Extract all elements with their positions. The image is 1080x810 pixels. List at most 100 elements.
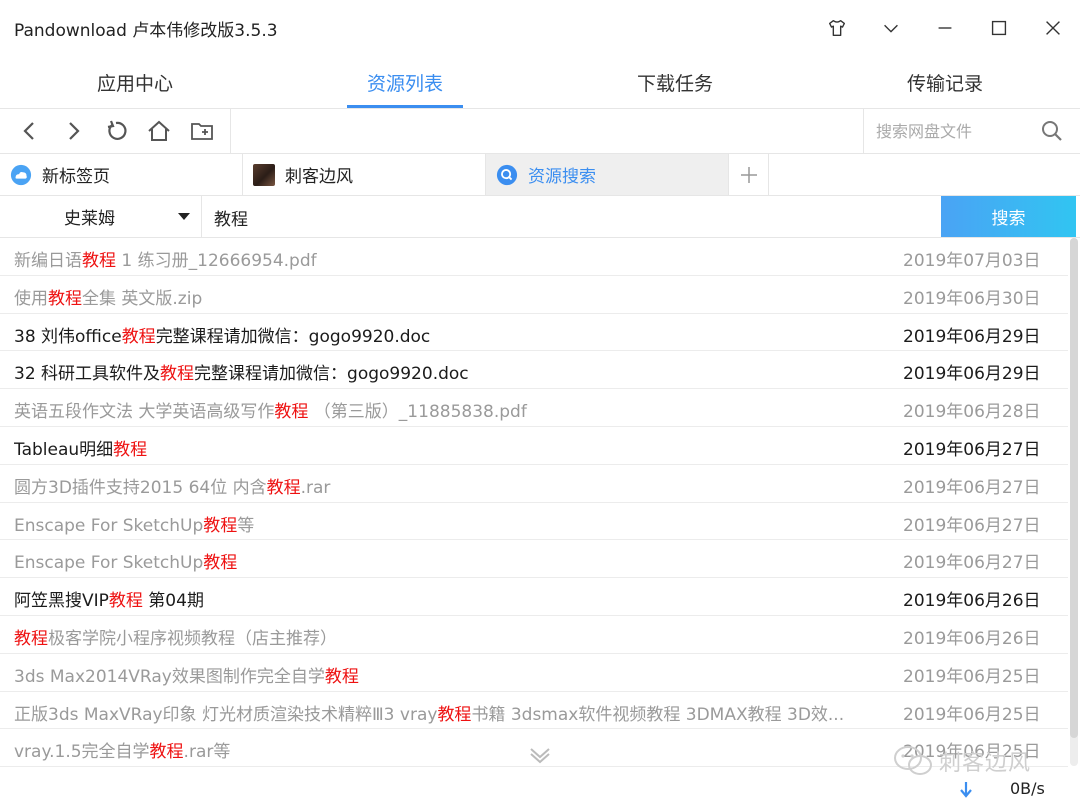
filename-text: 圆方3D插件支持2015 64位 内含 [14, 477, 267, 498]
result-row[interactable]: 32 科研工具软件及教程完整课程请加微信：gogo9920.doc 2019年06… [0, 351, 1068, 390]
maximize-button[interactable] [972, 8, 1026, 48]
result-row[interactable]: Enscape For SketchUp教程 2019年06月27日 [0, 540, 1068, 579]
result-row[interactable]: Tableau明细教程 2019年06月27日 [0, 427, 1068, 465]
filename-text: 32 科研工具软件及 [14, 364, 161, 385]
skin-button[interactable] [810, 8, 864, 48]
page-tab-new[interactable]: 新标签页 [0, 154, 243, 195]
filename-text: 38 刘伟office [14, 326, 122, 347]
refresh-icon [107, 120, 127, 140]
menu-button[interactable] [864, 8, 918, 48]
watermark: 刺客边风 [893, 745, 1031, 777]
result-filename: 使用教程全集 英文版.zip [14, 284, 874, 309]
result-row[interactable]: 教程极客学院小程序视频教程（店主推荐） 2019年06月26日 [0, 616, 1068, 654]
minimize-button[interactable] [918, 8, 972, 48]
filename-text: 完整课程请加微信：gogo9920.doc [194, 364, 469, 385]
filename-text: Enscape For SketchUp [14, 553, 204, 574]
page-tab-resource-search[interactable]: 资源搜索 [486, 154, 729, 195]
result-filename: 英语五段作文法 大学英语高级写作教程 （第三版）_11885838.pdf [14, 397, 874, 422]
result-row[interactable]: 英语五段作文法 大学英语高级写作教程 （第三版）_11885838.pdf 201… [0, 389, 1068, 427]
page-tab-user[interactable]: 刺客边风 [243, 154, 486, 195]
filename-text: 第04期 [142, 591, 204, 612]
result-row[interactable]: 圆方3D插件支持2015 64位 内含教程.rar 2019年06月27日 [0, 465, 1068, 503]
result-filename: 正版3ds MaxVRay印象 灯光材质渲染技术精粹Ⅲ3 vray教程书籍 3d… [14, 700, 874, 725]
tab-label: 应用中心 [96, 72, 173, 95]
result-date: 2019年06月26日 [903, 628, 1041, 649]
page-tabs: 新标签页 刺客边风 资源搜索 [0, 154, 1080, 196]
filename-text: （第三版）_11885838.pdf [308, 402, 527, 423]
app-title: Pandownload 卢本伟修改版3.5.3 [14, 21, 278, 41]
filename-text: Tableau明细 [14, 439, 114, 460]
keyword-highlight: 教程 [82, 251, 116, 271]
result-filename: Enscape For SketchUp教程 [14, 548, 874, 573]
drive-search-box [863, 109, 1080, 153]
refresh-button[interactable] [94, 109, 137, 153]
forward-button[interactable] [51, 109, 94, 153]
close-icon [1046, 21, 1060, 35]
keyword-highlight: 教程 [266, 477, 301, 498]
search-icon[interactable] [1040, 119, 1064, 143]
result-row[interactable]: 正版3ds MaxVRay印象 灯光材质渲染技术精粹Ⅲ3 vray教程书籍 3d… [0, 692, 1068, 730]
keyword-input[interactable] [214, 205, 914, 229]
result-date: 2019年06月30日 [903, 288, 1041, 309]
result-row[interactable]: 3ds Max2014VRay效果图制作完全自学教程 2019年06月25日 [0, 654, 1068, 692]
drive-search-input[interactable] [876, 120, 1026, 142]
keyword-highlight: 教程 [113, 439, 148, 460]
filename-text: 极客学院小程序视频教程（店主推荐） [48, 628, 337, 649]
result-date: 2019年06月28日 [903, 402, 1041, 423]
tab-resource-list[interactable]: 资源列表 [270, 56, 540, 108]
download-speed: 0B/s [1010, 779, 1045, 798]
filename-text: vray.1.5完全自学 [14, 742, 150, 763]
add-tab-button[interactable] [729, 154, 769, 195]
tab-transfer-records[interactable]: 传输记录 [810, 56, 1080, 108]
result-filename: 38 刘伟office教程完整课程请加微信：gogo9920.doc [14, 322, 874, 347]
keyword-highlight: 教程 [203, 553, 238, 574]
scroll-down-icon[interactable] [526, 740, 554, 768]
home-button[interactable] [137, 109, 180, 153]
result-row[interactable]: 38 刘伟office教程完整课程请加微信：gogo9920.doc 2019年0… [0, 314, 1068, 352]
new-folder-button[interactable] [180, 109, 223, 153]
close-button[interactable] [1026, 8, 1080, 48]
window-controls [810, 8, 1080, 48]
resource-search-bar: 史莱姆 搜索 [0, 196, 1080, 238]
filename-text: 1 练习册_12666954.pdf [116, 251, 317, 271]
filename-text: 新编日语 [14, 251, 82, 271]
keyword-highlight: 教程 [108, 591, 143, 612]
result-date: 2019年06月26日 [903, 591, 1041, 612]
source-select-value: 史莱姆 [64, 209, 115, 229]
result-row[interactable]: 新编日语教程 1 练习册_12666954.pdf 2019年07月03日 [0, 238, 1068, 276]
toolbar-divider [230, 109, 231, 153]
keyword-highlight: 教程 [14, 628, 48, 649]
keyword-highlight: 教程 [324, 666, 359, 687]
source-select[interactable]: 史莱姆 [0, 196, 202, 237]
main-nav: 应用中心 资源列表 下载任务 传输记录 [0, 56, 1080, 108]
cloud-icon [10, 164, 32, 186]
tab-app-center[interactable]: 应用中心 [0, 56, 270, 108]
tab-download-tasks[interactable]: 下载任务 [540, 56, 810, 108]
search-button[interactable]: 搜索 [941, 196, 1076, 237]
filename-text: 阿笠黑搜VIP [14, 591, 109, 612]
scrollbar[interactable] [1070, 238, 1078, 766]
scrollbar-thumb[interactable] [1070, 238, 1078, 738]
search-icon [496, 164, 518, 186]
title-bar: Pandownload 卢本伟修改版3.5.3 [0, 0, 1080, 56]
filename-text: .rar [300, 477, 331, 498]
result-row[interactable]: Enscape For SketchUp教程等 2019年06月27日 [0, 503, 1068, 541]
filename-text: .rar等 [183, 742, 231, 763]
result-date: 2019年07月03日 [903, 251, 1041, 271]
avatar [253, 163, 275, 186]
result-filename: 圆方3D插件支持2015 64位 内含教程.rar [14, 473, 874, 498]
toolbar [0, 108, 1080, 154]
result-row[interactable]: 使用教程全集 英文版.zip 2019年06月30日 [0, 276, 1068, 314]
result-filename: Enscape For SketchUp教程等 [14, 511, 874, 536]
result-filename: 新编日语教程 1 练习册_12666954.pdf [14, 246, 874, 271]
filename-text: 全集 英文版.zip [82, 288, 203, 309]
nav-buttons [8, 109, 223, 153]
back-button[interactable] [8, 109, 51, 153]
result-row[interactable]: 阿笠黑搜VIP教程 第04期 2019年06月26日 [0, 578, 1068, 616]
plus-icon [740, 166, 757, 183]
watermark-text: 刺客边风 [939, 751, 1032, 776]
page-tab-label: 新标签页 [42, 167, 110, 187]
filename-text: 书籍 3dsmax软件视频教程 3DMAX教程 3D效... [471, 704, 845, 725]
filename-text: 等 [237, 515, 255, 536]
home-icon [147, 120, 170, 141]
